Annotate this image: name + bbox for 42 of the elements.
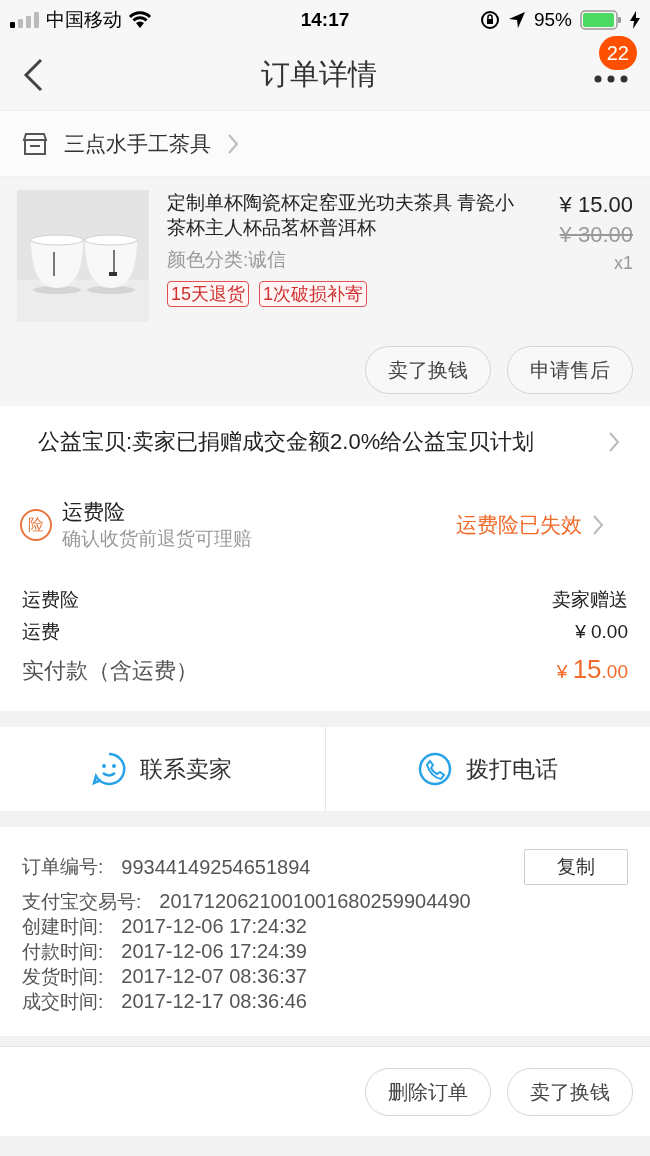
insurance-icon: 险 xyxy=(20,509,52,541)
insurance-subtitle: 确认收货前退货可理赔 xyxy=(62,527,253,551)
charity-text: 公益宝贝:卖家已捐赠成交金额2.0%给公益宝贝计划 xyxy=(38,428,536,456)
info-label: 成交时间: xyxy=(22,990,104,1014)
info-value: 2017-12-06 17:24:32 xyxy=(121,914,307,939)
shop-name[interactable]: 三点水手工茶具 xyxy=(64,127,211,160)
quantity: x1 xyxy=(614,252,633,275)
info-label: 付款时间: xyxy=(22,940,104,964)
total-label: 实付款（含运费） xyxy=(22,657,198,685)
fee-label: 运费 xyxy=(22,620,60,644)
action-button[interactable]: 卖了换钱 xyxy=(507,1067,633,1116)
insurance-title: 运费险 xyxy=(62,499,126,525)
info-label: 发货时间: xyxy=(22,965,104,989)
page-title: 订单详情 xyxy=(261,58,377,91)
contact-button[interactable]: 联系卖家 xyxy=(0,727,326,811)
clock-time: 14:17 xyxy=(300,8,350,30)
action-button[interactable]: 卖了换钱 xyxy=(365,346,491,394)
battery-percent: 95% xyxy=(533,7,572,32)
carrier-name: 中国移动 xyxy=(46,7,122,32)
fee-label: 运费险 xyxy=(22,588,79,612)
info-value: 2017120621001001680259904490 xyxy=(159,889,471,914)
notification-badge: 22 xyxy=(598,36,637,70)
price: ¥ 15.00 xyxy=(559,191,633,219)
info-value: 2017-12-17 08:36:46 xyxy=(121,989,307,1014)
info-label: 订单编号: xyxy=(22,854,104,879)
contact-button[interactable]: 拨打电话 xyxy=(325,727,650,811)
original-price: ¥ 30.00 xyxy=(559,221,633,249)
fee-value: ¥ 0.00 xyxy=(575,620,628,644)
total-amount: ¥ 15.00 xyxy=(556,653,628,686)
info-label: 支付宝交易号: xyxy=(22,890,142,914)
product-title[interactable]: 定制单杯陶瓷杯定窑亚光功夫茶具 青瓷小茶杯主人杯品茗杯普洱杯 xyxy=(167,190,529,240)
copy-button[interactable]: 复制 xyxy=(524,849,628,885)
info-value: 2017-12-06 17:24:39 xyxy=(121,939,307,964)
variant-text: 颜色分类:诚信 xyxy=(167,248,287,272)
fee-value: 卖家赠送 xyxy=(552,588,628,612)
service-tag: 1次破损补寄 xyxy=(259,280,368,307)
info-label: 创建时间: xyxy=(22,915,104,939)
action-button[interactable]: 申请售后 xyxy=(507,346,633,394)
info-value: 2017-12-07 08:36:37 xyxy=(121,964,307,989)
action-button[interactable]: 删除订单 xyxy=(365,1067,491,1116)
service-tag: 15天退货 xyxy=(167,280,250,307)
info-value: 99344149254651894 xyxy=(121,855,311,880)
